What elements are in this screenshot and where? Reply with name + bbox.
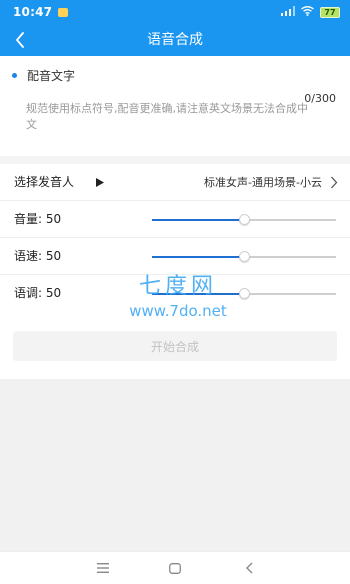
- start-synthesis-button[interactable]: 开始合成: [13, 331, 337, 361]
- system-nav-bar: [0, 551, 350, 584]
- status-time: 10:47: [13, 5, 53, 19]
- volume-label: 音量: 50: [14, 212, 62, 226]
- volume-slider[interactable]: [152, 213, 336, 227]
- speaker-select-row[interactable]: 选择发音人 标准女声-通用场景-小云: [0, 164, 350, 201]
- pitch-slider[interactable]: [152, 287, 336, 301]
- speed-label: 语速: 50: [14, 249, 62, 263]
- slider-thumb[interactable]: [239, 214, 250, 225]
- pitch-row: 语调: 50: [0, 275, 350, 312]
- empty-area: [0, 379, 350, 551]
- slider-fill: [152, 219, 244, 221]
- dubbing-section-header: 配音文字: [12, 66, 75, 84]
- speaker-label: 选择发音人: [14, 175, 75, 189]
- page-title: 语音合成: [147, 32, 203, 48]
- speed-slider[interactable]: [152, 250, 336, 264]
- slider-fill: [152, 256, 244, 258]
- menu-icon: [97, 563, 109, 573]
- slider-fill: [152, 293, 244, 295]
- section-divider: [0, 156, 350, 164]
- play-icon[interactable]: [96, 178, 104, 187]
- volume-row: 音量: 50: [0, 201, 350, 238]
- status-bar: 10:47 77: [0, 0, 350, 24]
- bullet-dot-icon: [12, 72, 17, 78]
- speed-row: 语速: 50: [0, 238, 350, 275]
- slider-thumb[interactable]: [239, 288, 250, 299]
- menu-button[interactable]: [95, 560, 111, 576]
- chevron-right-icon: [331, 176, 338, 189]
- notification-icon: [58, 7, 69, 17]
- home-icon: [169, 562, 181, 574]
- slider-thumb[interactable]: [239, 251, 250, 262]
- app-bar: 语音合成: [0, 24, 350, 56]
- home-button[interactable]: [167, 560, 183, 576]
- dubbing-text-input[interactable]: 规范使用标点符号,配音更准确,请注意英文场景无法合成中文: [26, 101, 316, 141]
- signal-icon: [281, 5, 295, 19]
- section-title: 配音文字: [27, 68, 76, 83]
- wifi-icon: [301, 5, 314, 19]
- pitch-label: 语调: 50: [14, 286, 62, 300]
- speaker-value: 标准女声-通用场景-小云: [204, 176, 322, 189]
- battery-indicator: 77: [320, 6, 340, 18]
- back-triangle-icon: [246, 562, 253, 574]
- system-back-button[interactable]: [241, 560, 257, 576]
